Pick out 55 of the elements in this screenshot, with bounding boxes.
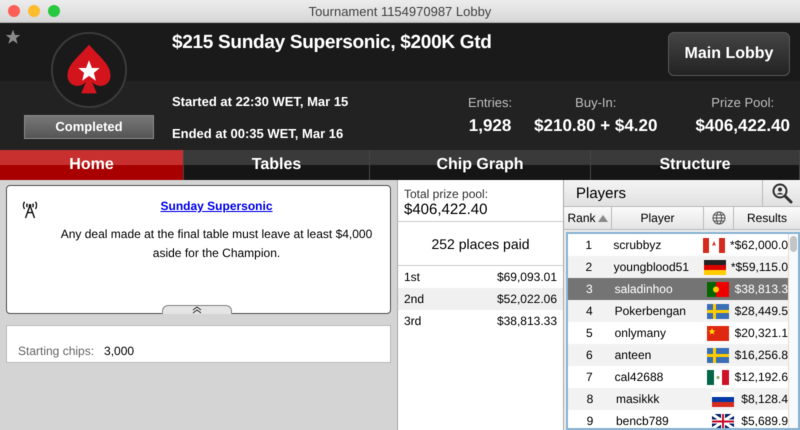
flag-icon [704, 260, 726, 274]
prize-place: 1st [404, 270, 420, 284]
flag-icon [712, 392, 734, 406]
chevron-up-icon [192, 306, 202, 314]
flag-icon [702, 238, 725, 252]
prize-amount: $52,022.06 [496, 292, 557, 306]
starting-chips-value: 3,000 [104, 344, 134, 358]
player-row[interactable]: 4 Pokerbengan $28,449.5 [568, 300, 788, 322]
flag-icon [707, 348, 730, 362]
tab[interactable]: Home [0, 150, 184, 180]
tab[interactable]: Tables [184, 150, 370, 180]
prize-place: 3rd [404, 314, 422, 328]
stat-value: $210.80 + $4.20 [534, 116, 658, 136]
scrollbar[interactable] [788, 234, 798, 428]
tab[interactable]: Structure [591, 150, 800, 180]
stat-label: Entries: [468, 95, 512, 110]
prize-amount: $38,813.33 [496, 314, 557, 328]
column-header[interactable]: Rank [564, 207, 612, 229]
antenna-icon [21, 199, 39, 219]
column-header[interactable] [704, 207, 734, 229]
news-link[interactable]: Sunday Supersonic [160, 199, 273, 213]
column-header[interactable]: Player [612, 207, 704, 229]
stat-label: Buy-In: [575, 95, 616, 110]
window-title: Tournament 1154970987 Lobby [308, 4, 492, 18]
flag-icon [707, 326, 730, 340]
flag-icon [707, 370, 730, 384]
prize-place: 2nd [404, 292, 424, 306]
news-text: Any deal made at the final table must leave at least $4,000 aside for the Champion. [60, 226, 374, 262]
places-paid: 252 places paid [398, 222, 563, 266]
column-header[interactable]: Results [734, 207, 800, 229]
stat-label: Prize Pool: [711, 95, 774, 110]
collapse-button[interactable] [162, 305, 232, 314]
main-lobby-button[interactable]: Main Lobby [668, 32, 790, 76]
total-prize-value: $406,422.40 [404, 201, 488, 218]
search-icon [770, 182, 792, 204]
stat-value: 1,928 [468, 116, 512, 136]
flag-icon [707, 282, 730, 296]
stat-value: $406,422.40 [695, 116, 790, 136]
globe-icon [712, 211, 726, 225]
tournament-title: $215 Sunday Supersonic, $200K Gtd [172, 32, 492, 54]
tab[interactable]: Chip Graph [370, 150, 591, 180]
start-time: Started at 22:30 WET, Mar 15 [172, 94, 348, 109]
starting-chips-label: Starting chips: [18, 344, 94, 358]
end-time: Ended at 00:35 WET, Mar 16 [172, 126, 344, 141]
player-row[interactable]: 8 masikkk $8,128.4 [568, 388, 788, 410]
player-row[interactable]: 2 youngblood51 *$59,115.0 [568, 256, 788, 278]
players-title: Players [575, 184, 626, 204]
player-row[interactable]: 6 anteen $16,256.8 [568, 344, 788, 366]
star-icon[interactable] [5, 29, 21, 45]
prize-amount: $69,093.01 [496, 270, 557, 284]
status-ribbon: Completed [24, 115, 154, 139]
total-prize-label: Total prize pool: [404, 187, 490, 201]
player-row[interactable]: 3 saladinhoo $38,813.3 [568, 278, 788, 300]
sort-up-icon [598, 214, 608, 222]
flag-icon [707, 304, 730, 318]
